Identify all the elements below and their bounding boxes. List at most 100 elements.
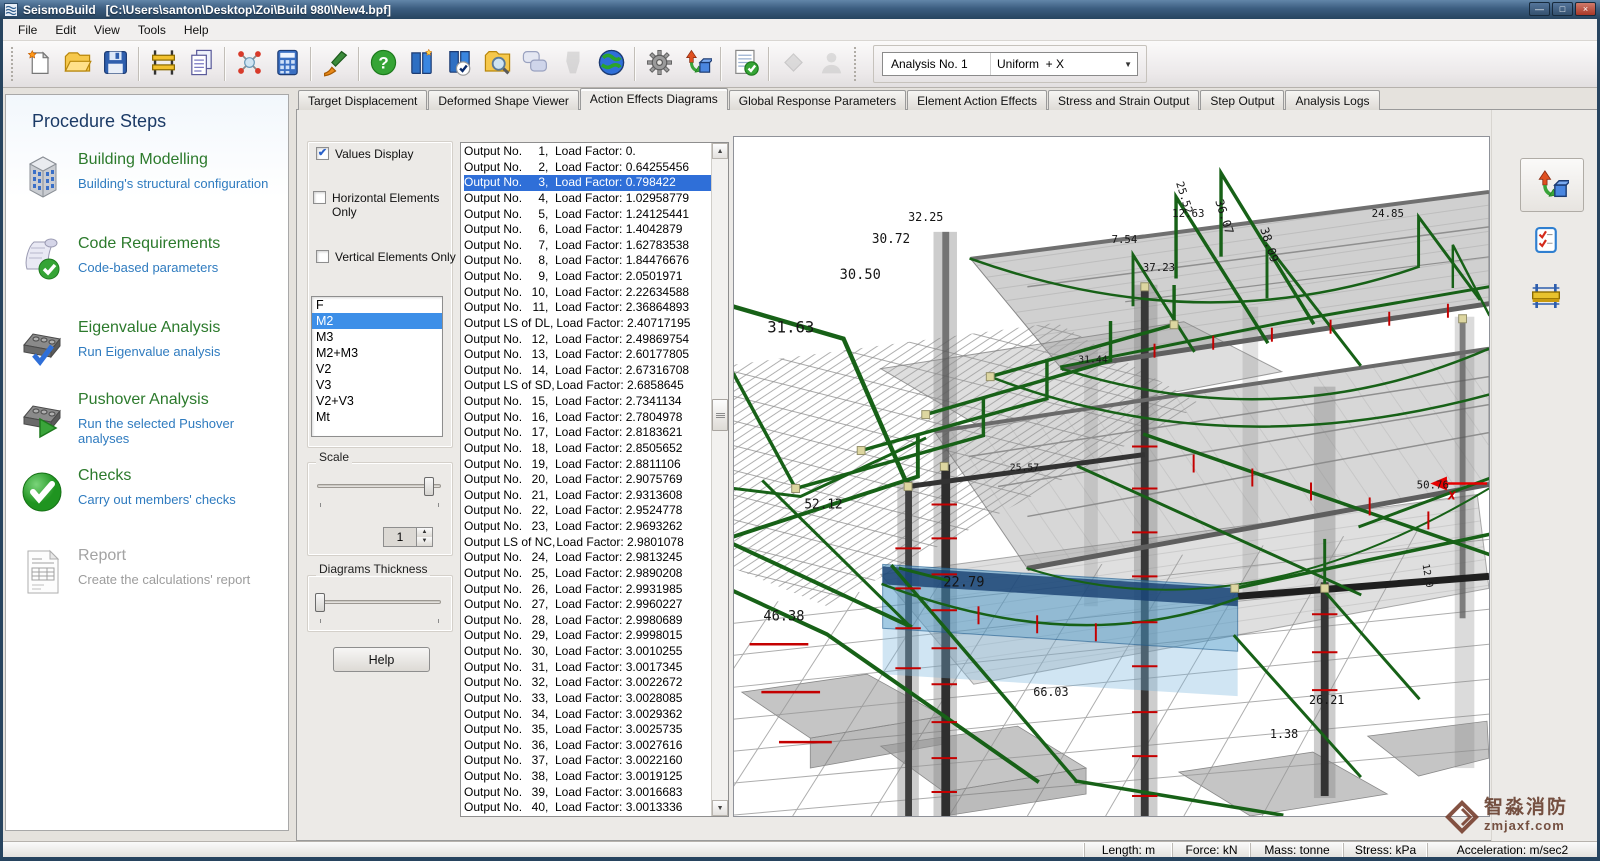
output-row[interactable]: Output No.31, Load Factor: 3.0017345: [464, 660, 711, 676]
sidebar-item-eigenvalue-analysis[interactable]: Eigenvalue AnalysisRun Eigenvalue analys…: [20, 317, 280, 379]
output-row[interactable]: Output No.23, Load Factor: 2.9693262: [464, 519, 711, 535]
output-row[interactable]: Output No.14, Load Factor: 2.67316708: [464, 363, 711, 379]
output-row[interactable]: Output No.35, Load Factor: 3.0025735: [464, 722, 711, 738]
output-row[interactable]: Output LS of DL, Load Factor: 2.40717195: [464, 316, 711, 332]
checkbox-box-icon[interactable]: ✔: [316, 147, 329, 160]
settings-gear-button[interactable]: [640, 45, 678, 83]
checkbox-box-icon[interactable]: [316, 250, 329, 263]
output-row[interactable]: Output LS of SD, Load Factor: 2.6858645: [464, 378, 711, 394]
book-spark-button[interactable]: [402, 45, 440, 83]
output-row[interactable]: Output No.37, Load Factor: 3.0022160: [464, 753, 711, 769]
tab-element-action-effects[interactable]: Element Action Effects: [907, 90, 1047, 110]
sidebar-item-building-modelling[interactable]: Building ModellingBuilding's structural …: [20, 149, 280, 211]
output-row[interactable]: Output No.3, Load Factor: 0.798422: [464, 175, 711, 191]
output-row[interactable]: Output LS of NC, Load Factor: 2.9801078: [464, 535, 711, 551]
tab-global-response-parameters[interactable]: Global Response Parameters: [729, 90, 906, 110]
scroll-thumb[interactable]: [712, 399, 728, 431]
help-button[interactable]: ?: [364, 45, 402, 83]
output-row[interactable]: Output No.29, Load Factor: 2.9998015: [464, 628, 711, 644]
scale-slider-thumb[interactable]: [424, 477, 434, 496]
menu-view[interactable]: View: [85, 20, 129, 40]
frame-section-button[interactable]: [144, 45, 182, 83]
output-row[interactable]: Output No.8, Load Factor: 1.84476676: [464, 253, 711, 269]
tab-target-displacement[interactable]: Target Displacement: [298, 90, 427, 110]
output-row[interactable]: Output No.6, Load Factor: 1.4042879: [464, 222, 711, 238]
save-button[interactable]: [96, 45, 134, 83]
diagram-option-v3[interactable]: V3: [312, 377, 442, 393]
minimize-button[interactable]: —: [1529, 2, 1550, 16]
tab-stress-and-strain-output[interactable]: Stress and Strain Output: [1048, 90, 1199, 110]
analysis-combobox[interactable]: Analysis No. 1 Uniform + X ▼: [882, 52, 1138, 76]
title-bar[interactable]: SeismoBuild [C:\Users\santon\Desktop\Zoi…: [0, 0, 1600, 19]
menu-edit[interactable]: Edit: [46, 20, 85, 40]
output-row[interactable]: Output No.40, Load Factor: 3.0013336: [464, 800, 711, 816]
spin-up-icon[interactable]: ▲: [417, 528, 432, 537]
selected-beam[interactable]: [883, 564, 1238, 696]
sidebar-item-pushover-analysis[interactable]: Pushover AnalysisRun the selected Pushov…: [20, 389, 280, 451]
output-row[interactable]: Output No.38, Load Factor: 3.0019125: [464, 769, 711, 785]
chevron-down-icon[interactable]: ▼: [1124, 60, 1132, 69]
close-button[interactable]: ×: [1575, 2, 1596, 16]
output-steps-list[interactable]: Output No.1, Load Factor: 0.Output No.2,…: [460, 142, 729, 817]
output-row[interactable]: Output No.1, Load Factor: 0.: [464, 144, 711, 160]
paintbrush-button[interactable]: [316, 45, 354, 83]
output-row[interactable]: Output No.18, Load Factor: 2.8505652: [464, 441, 711, 457]
checkbox-horizontal-elements-only[interactable]: Horizontal Elements Only: [313, 191, 444, 219]
thickness-slider[interactable]: [317, 600, 441, 604]
output-row[interactable]: Output No.34, Load Factor: 3.0029362: [464, 707, 711, 723]
output-row[interactable]: Output No.26, Load Factor: 2.9931985: [464, 582, 711, 598]
output-row[interactable]: Output No.36, Load Factor: 3.0027616: [464, 738, 711, 754]
output-row[interactable]: Output No.17, Load Factor: 2.8183621: [464, 425, 711, 441]
scale-slider[interactable]: [317, 484, 441, 488]
toolbar-grip[interactable]: [11, 47, 16, 81]
output-row[interactable]: Output No.10, Load Factor: 2.22634588: [464, 285, 711, 301]
tab-action-effects-diagrams[interactable]: Action Effects Diagrams: [580, 88, 728, 110]
output-row[interactable]: Output No.39, Load Factor: 3.0016683: [464, 785, 711, 801]
checks-display-button[interactable]: [1526, 222, 1566, 262]
open-folder-button[interactable]: [58, 45, 96, 83]
output-row[interactable]: Output No.21, Load Factor: 2.9313608: [464, 488, 711, 504]
output-row[interactable]: Output No.32, Load Factor: 3.0022672: [464, 675, 711, 691]
output-row[interactable]: Output No.22, Load Factor: 2.9524778: [464, 503, 711, 519]
output-row[interactable]: Output No.13, Load Factor: 2.60177805: [464, 347, 711, 363]
output-row[interactable]: Output No.28, Load Factor: 2.9980689: [464, 613, 711, 629]
output-row[interactable]: Output No.27, Load Factor: 2.9960227: [464, 597, 711, 613]
help-button[interactable]: Help: [333, 647, 430, 672]
new-file-button[interactable]: [20, 45, 58, 83]
output-row[interactable]: Output No.24, Load Factor: 2.9813245: [464, 550, 711, 566]
documents-button[interactable]: [182, 45, 220, 83]
output-row[interactable]: Output No.2, Load Factor: 0.64255456: [464, 160, 711, 176]
model-3d-viewport[interactable]: x 31.6330.5030.7232.2512.637.5437.2324.8…: [733, 136, 1490, 817]
diagram-option-v2-v3[interactable]: V2+V3: [312, 393, 442, 409]
calculator-button[interactable]: [268, 45, 306, 83]
report-check-button[interactable]: [726, 45, 764, 83]
tab-analysis-logs[interactable]: Analysis Logs: [1285, 90, 1379, 110]
display-options-button[interactable]: [1520, 158, 1584, 212]
diagram-option-m3[interactable]: M3: [312, 329, 442, 345]
diagram-option-f[interactable]: F: [312, 297, 442, 313]
output-row[interactable]: Output No.11, Load Factor: 2.36864893: [464, 300, 711, 316]
diagram-option-mt[interactable]: Mt: [312, 409, 442, 425]
output-row[interactable]: Output No.7, Load Factor: 1.62783538: [464, 238, 711, 254]
spin-down-icon[interactable]: ▼: [417, 537, 432, 546]
checkbox-values-display[interactable]: ✔Values Display: [316, 147, 455, 161]
diagram-option-v2[interactable]: V2: [312, 361, 442, 377]
sidebar-item-checks[interactable]: ChecksCarry out members' checks: [20, 465, 280, 527]
output-row[interactable]: Output No.9, Load Factor: 2.0501971: [464, 269, 711, 285]
maximize-button[interactable]: □: [1552, 2, 1573, 16]
globe-button[interactable]: [592, 45, 630, 83]
menu-file[interactable]: File: [9, 20, 46, 40]
output-row[interactable]: Output No.33, Load Factor: 3.0028085: [464, 691, 711, 707]
output-row[interactable]: Output No.15, Load Factor: 2.7341134: [464, 394, 711, 410]
toolbar-grip-2[interactable]: [854, 47, 859, 81]
output-row[interactable]: Output No.20, Load Factor: 2.9075769: [464, 472, 711, 488]
output-row[interactable]: Output No.4, Load Factor: 1.02958779: [464, 191, 711, 207]
scale-value[interactable]: 1: [384, 528, 416, 546]
output-scrollbar[interactable]: ▲ ▼: [711, 143, 728, 816]
scroll-up-button[interactable]: ▲: [712, 143, 728, 159]
section-display-button[interactable]: [1526, 278, 1566, 318]
scroll-down-button[interactable]: ▼: [712, 800, 728, 816]
output-row[interactable]: Output No.19, Load Factor: 2.8811106: [464, 457, 711, 473]
output-row[interactable]: Output No.30, Load Factor: 3.0010255: [464, 644, 711, 660]
arrows-cube-button[interactable]: [678, 45, 716, 83]
